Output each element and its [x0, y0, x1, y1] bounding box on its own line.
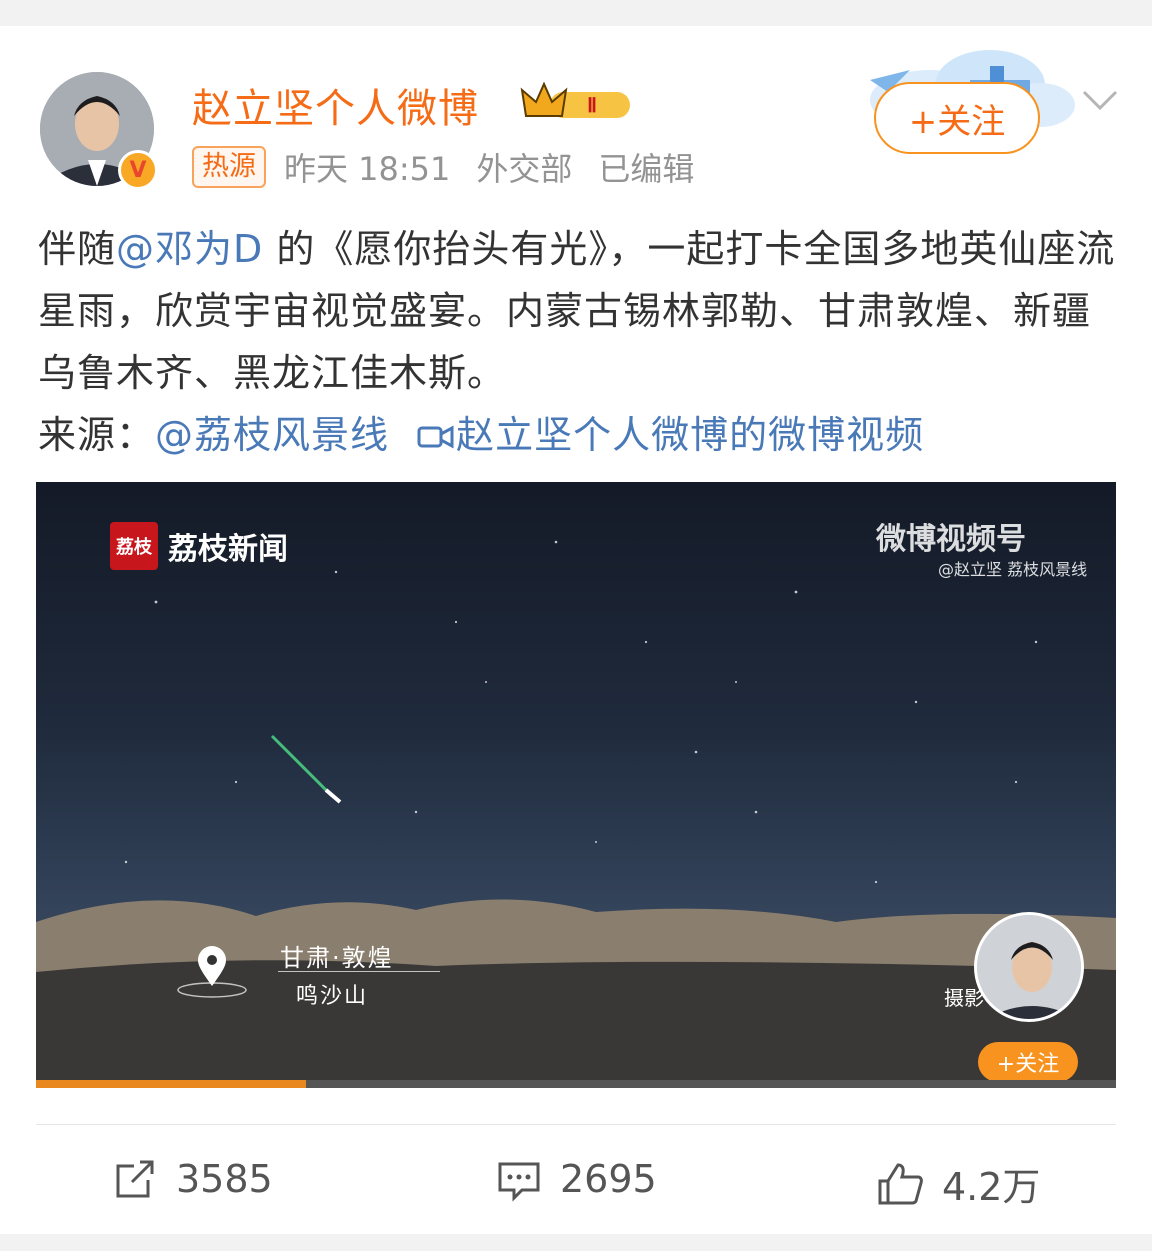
- comment-count: 2695: [560, 1157, 657, 1201]
- video-progress-bar[interactable]: [36, 1080, 1116, 1088]
- weibo-handle-watermark: @赵立坚 荔枝风景线: [938, 560, 1088, 579]
- hot-source-tag: 热源: [192, 146, 266, 188]
- video-user-avatar[interactable]: [974, 912, 1084, 1022]
- comment-icon: [498, 1162, 540, 1202]
- video-progress-fill: [36, 1080, 306, 1088]
- edited-label[interactable]: 已编辑: [598, 144, 694, 190]
- location-name: 甘肃·敦煌: [280, 944, 394, 972]
- repost-icon: [116, 1160, 154, 1198]
- location-pin-icon: [177, 946, 247, 998]
- location-sub: 鸣沙山: [296, 984, 369, 1009]
- litchi-news-logo: 荔枝 荔枝新闻: [110, 522, 288, 570]
- post-text: 伴随@邓为D 的《愿你抬头有光》，一起打卡全国多地英仙座流星雨，欣赏宇宙视觉盛宴…: [38, 218, 1128, 466]
- verified-icon: V: [118, 150, 158, 190]
- video-link[interactable]: 赵立坚个人微博的微博视频: [456, 413, 924, 457]
- source-link[interactable]: @荔枝风景线: [155, 413, 389, 457]
- crown-icon: Ⅱ: [520, 81, 630, 118]
- mention-link[interactable]: @邓为D: [116, 227, 263, 271]
- post-meta: 热源 昨天 18:51 外交部 已编辑: [192, 144, 694, 190]
- comment-button[interactable]: 2695: [496, 1156, 657, 1202]
- weibo-video-watermark: 微博视频号: [876, 522, 1026, 557]
- like-icon: [878, 1162, 923, 1204]
- video-icon: [417, 425, 454, 449]
- repost-button[interactable]: 3585: [112, 1156, 273, 1202]
- litchi-brand: 荔枝新闻: [168, 532, 288, 567]
- username[interactable]: 赵立坚个人微博: [192, 76, 479, 134]
- action-divider: [36, 1124, 1116, 1125]
- like-count: 4.2万: [942, 1165, 1041, 1209]
- litchi-icon: 荔枝: [110, 522, 158, 570]
- post-source: 外交部: [476, 150, 573, 188]
- location-divider: [278, 971, 440, 972]
- post-time: 昨天 18:51: [284, 150, 451, 188]
- repost-count: 3585: [176, 1157, 273, 1201]
- level-badge: Ⅱ: [587, 95, 597, 117]
- source-label: 来源：: [38, 413, 156, 457]
- video-follow-button[interactable]: +关注: [978, 1042, 1078, 1082]
- weibo-post-card: V 赵立坚个人微博 Ⅱ +关注 热源 昨天 18:51 外交部 已编辑 伴随@邓…: [0, 26, 1152, 1234]
- follow-button[interactable]: +关注: [874, 82, 1040, 154]
- video-player[interactable]: 荔枝 荔枝新闻 微博视频号 @赵立坚 荔枝风景线 甘肃·敦煌 鸣沙山 摄影 +关…: [36, 482, 1116, 1088]
- like-button[interactable]: 4.2万: [876, 1156, 1040, 1211]
- chevron-down-icon[interactable]: [1080, 86, 1120, 114]
- text-prefix: 伴随: [38, 227, 117, 271]
